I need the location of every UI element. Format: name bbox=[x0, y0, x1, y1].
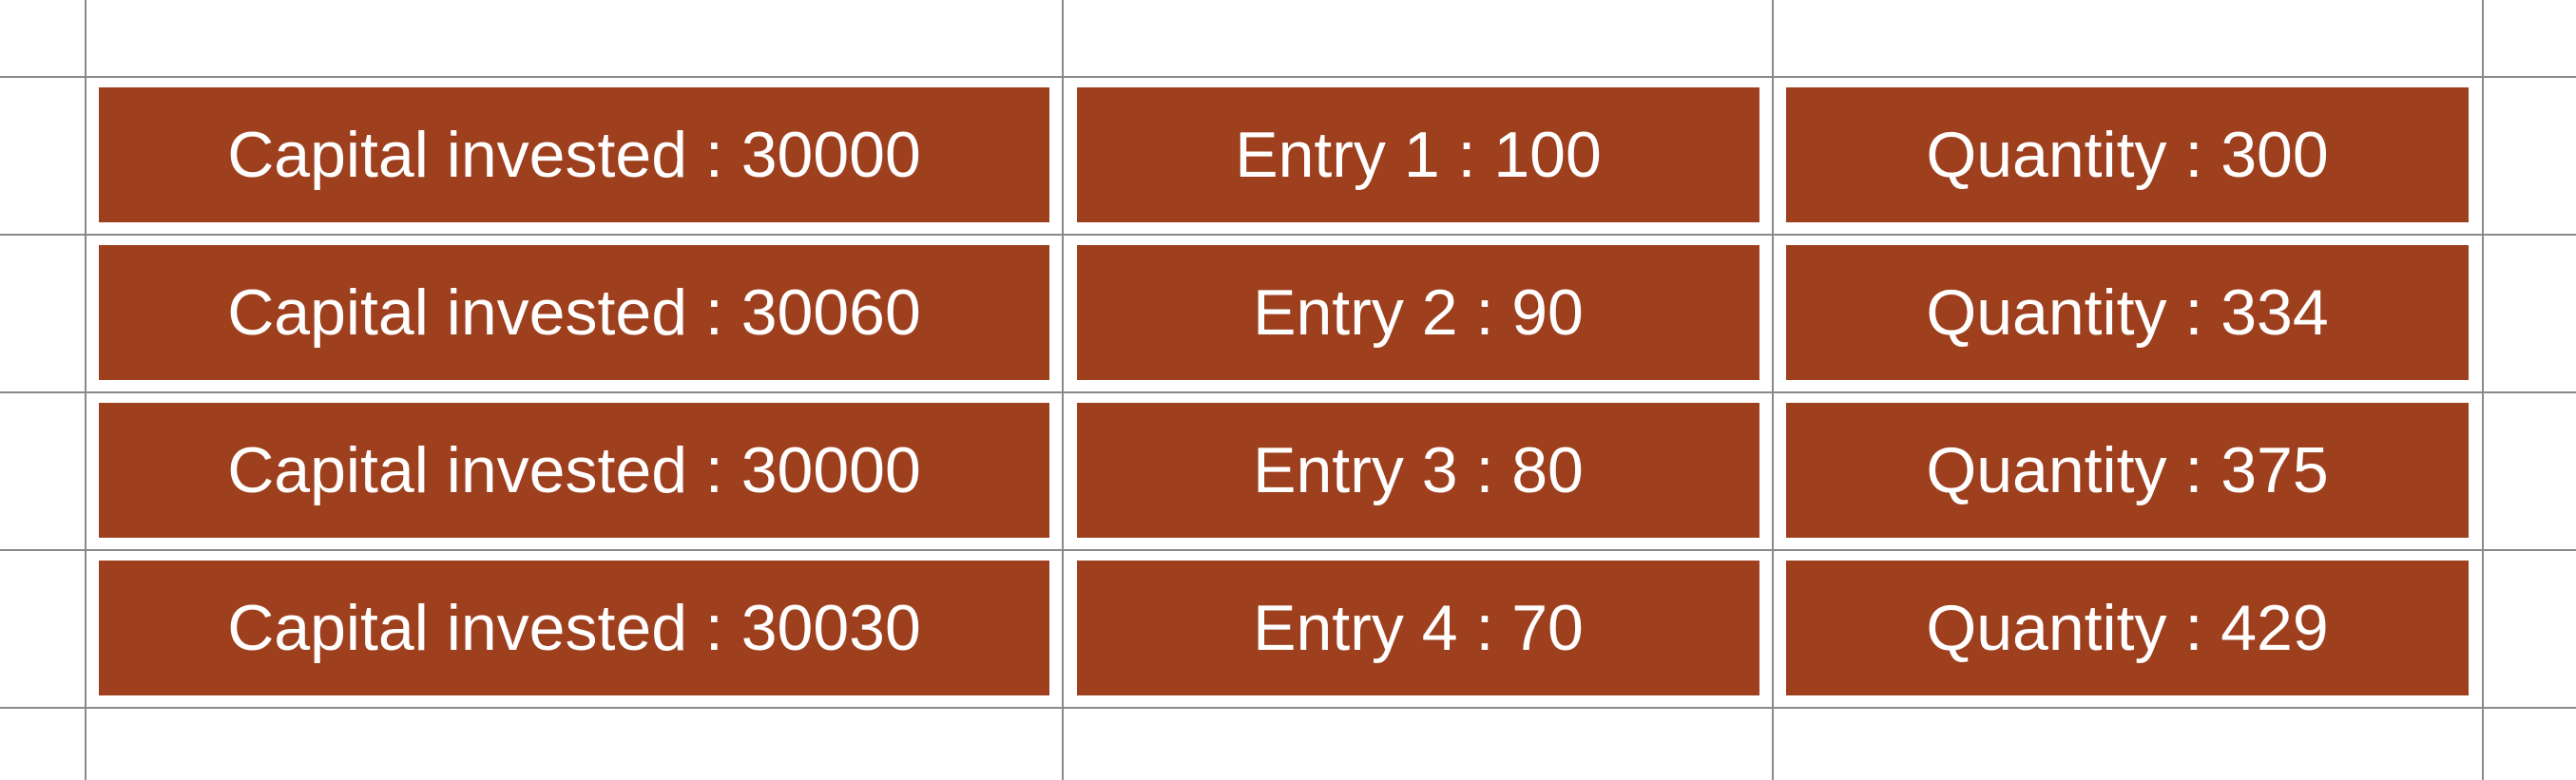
quantity-cell[interactable]: Quantity : 375 bbox=[1786, 403, 2469, 538]
grid-row-line bbox=[0, 707, 2576, 709]
quantity-cell[interactable]: Quantity : 300 bbox=[1786, 87, 2469, 222]
quantity-cell[interactable]: Quantity : 334 bbox=[1786, 245, 2469, 380]
quantity-cell[interactable]: Quantity : 429 bbox=[1786, 561, 2469, 695]
capital-invested-cell[interactable]: Capital invested : 30000 bbox=[99, 87, 1049, 222]
grid-column-line bbox=[85, 0, 87, 780]
capital-invested-cell[interactable]: Capital invested : 30060 bbox=[99, 245, 1049, 380]
entry-cell[interactable]: Entry 2 : 90 bbox=[1077, 245, 1759, 380]
entry-cell[interactable]: Entry 3 : 80 bbox=[1077, 403, 1759, 538]
grid-column-line bbox=[1772, 0, 1774, 780]
grid-row-line bbox=[0, 234, 2576, 236]
grid-column-line bbox=[1062, 0, 1064, 780]
entry-cell[interactable]: Entry 4 : 70 bbox=[1077, 561, 1759, 695]
grid-column-line bbox=[2482, 0, 2484, 780]
grid-row-line bbox=[0, 76, 2576, 78]
capital-invested-cell[interactable]: Capital invested : 30000 bbox=[99, 403, 1049, 538]
entry-cell[interactable]: Entry 1 : 100 bbox=[1077, 87, 1759, 222]
capital-invested-cell[interactable]: Capital invested : 30030 bbox=[99, 561, 1049, 695]
grid-row-line bbox=[0, 391, 2576, 393]
grid-row-line bbox=[0, 549, 2576, 551]
